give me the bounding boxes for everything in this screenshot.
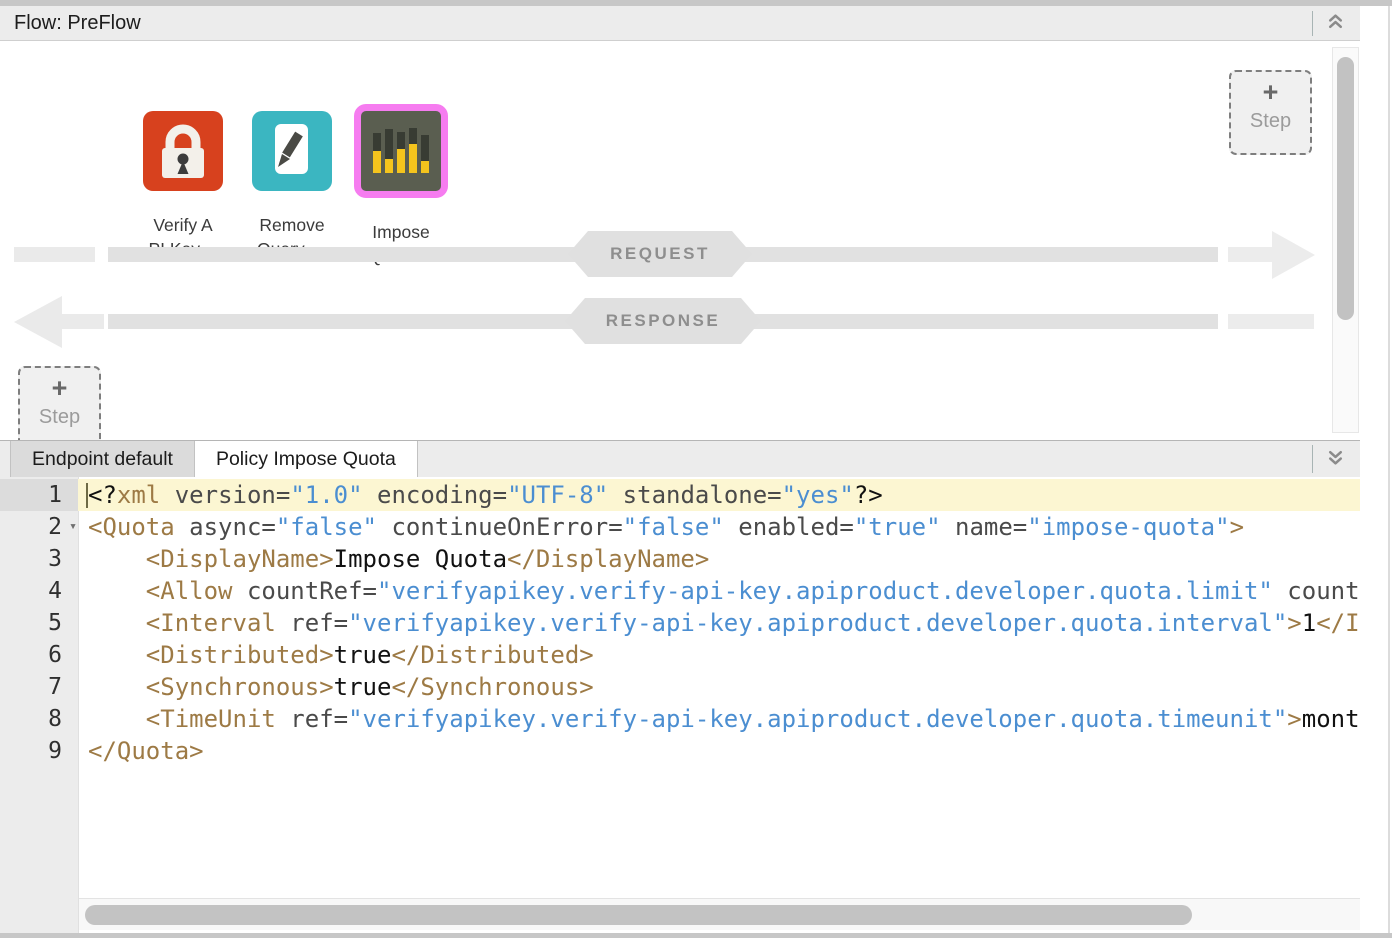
plus-icon: + (1263, 78, 1279, 106)
request-arrow-head-base (1228, 247, 1272, 262)
flow-panel: Flow: PreFlow Verify A PI Key… Remove Que… (0, 6, 1360, 933)
flow-header: Flow: PreFlow (0, 6, 1360, 41)
policy-impose-quota[interactable]: Impose Quota… (361, 105, 441, 268)
code-row: 9</Quota> (0, 735, 1360, 767)
code-line[interactable]: <Synchronous>true</Synchronous> (78, 671, 1360, 703)
code-line[interactable]: <Allow countRef="verifyapikey.verify-api… (78, 575, 1360, 607)
code-row: 8 <TimeUnit ref="verifyapikey.verify-api… (0, 703, 1360, 735)
code-line[interactable]: <TimeUnit ref="verifyapikey.verify-api-k… (78, 703, 1360, 735)
request-arrow-tail (14, 247, 95, 262)
code-row: 3 <DisplayName>Impose Quota</DisplayName… (0, 543, 1360, 575)
line-number: 1 (0, 479, 78, 511)
window-bottom-edge (0, 933, 1392, 938)
tab-list: Endpoint defaultPolicy Impose Quota (10, 441, 418, 477)
response-arrow-tail (1228, 314, 1314, 329)
line-number: 5 (0, 607, 78, 639)
scrollbar-thumb[interactable] (85, 905, 1192, 925)
editor-horizontal-scrollbar[interactable] (79, 898, 1360, 930)
editor-tabbar: Endpoint defaultPolicy Impose Quota (0, 440, 1360, 477)
fold-arrow-icon[interactable]: ▾ (69, 511, 77, 543)
response-label: RESPONSE (565, 298, 761, 344)
flow-vertical-scrollbar[interactable] (1332, 47, 1359, 433)
code-row: 7 <Synchronous>true</Synchronous> (0, 671, 1360, 703)
chevron-double-down-icon (1326, 448, 1345, 470)
code-line[interactable]: <Distributed>true</Distributed> (78, 639, 1360, 671)
window-right-edge (1388, 6, 1390, 933)
collapse-flow-panel-button[interactable] (1317, 8, 1353, 38)
code-lines: 1<?xml version="1.0" encoding="UTF-8" st… (0, 477, 1360, 767)
flow-canvas: Verify A PI Key… Remove Query … Impose Quo… (0, 41, 1360, 440)
request-label: REQUEST (568, 231, 752, 277)
header-divider (1312, 11, 1313, 36)
code-line[interactable]: <?xml version="1.0" encoding="UTF-8" sta… (78, 479, 1360, 511)
add-step-label: Step (39, 406, 80, 429)
code-line[interactable]: <Quota async="false" continueOnError="fa… (78, 511, 1360, 543)
code-row: 2▾<Quota async="false" continueOnError="… (0, 511, 1360, 543)
request-arrowhead-icon (1272, 231, 1315, 279)
apigee-flow-editor: Flow: PreFlow Verify A PI Key… Remove Que… (0, 0, 1392, 938)
code-line[interactable]: </Quota> (78, 735, 1360, 767)
add-step-label: Step (1250, 110, 1291, 133)
policy-list: Verify A PI Key… Remove Query … Impose Quo… (143, 105, 441, 268)
scrollbar-thumb[interactable] (1337, 57, 1354, 320)
code-row: 1<?xml version="1.0" encoding="UTF-8" st… (0, 479, 1360, 511)
code-row: 4 <Allow countRef="verifyapikey.verify-a… (0, 575, 1360, 607)
code-line[interactable]: <DisplayName>Impose Quota</DisplayName> (78, 543, 1360, 575)
add-step-response-button[interactable]: + Step (18, 366, 101, 440)
tab-policy-impose-quota[interactable]: Policy Impose Quota (195, 441, 418, 477)
flow-title: Flow: PreFlow (0, 12, 141, 35)
pencil-icon[interactable] (252, 111, 332, 191)
add-step-request-button[interactable]: + Step (1229, 70, 1312, 155)
response-arrow-head-base (62, 314, 104, 329)
plus-icon: + (52, 374, 68, 402)
code-line[interactable]: <Interval ref="verifyapikey.verify-api-k… (78, 607, 1360, 639)
text-cursor (86, 483, 88, 508)
line-number: 6 (0, 639, 78, 671)
line-number: 7 (0, 671, 78, 703)
line-number: 8 (0, 703, 78, 735)
line-number: 4 (0, 575, 78, 607)
line-number: 9 (0, 735, 78, 767)
code-row: 5 <Interval ref="verifyapikey.verify-api… (0, 607, 1360, 639)
tabbar-divider (1312, 445, 1313, 473)
policy-remove-query[interactable]: Remove Query … (252, 105, 332, 261)
chevron-double-up-icon (1326, 12, 1345, 34)
policy-verify-api-key[interactable]: Verify A PI Key… (143, 105, 223, 261)
line-number: 2▾ (0, 511, 78, 543)
code-row: 6 <Distributed>true</Distributed> (0, 639, 1360, 671)
response-arrowhead-icon (14, 296, 62, 348)
lock-icon[interactable] (143, 111, 223, 191)
bar-chart-icon[interactable] (354, 104, 448, 198)
line-number: 3 (0, 543, 78, 575)
code-editor[interactable]: 1<?xml version="1.0" encoding="UTF-8" st… (0, 477, 1360, 933)
tab-endpoint-default[interactable]: Endpoint default (10, 441, 195, 477)
collapse-editor-button[interactable] (1317, 444, 1353, 474)
